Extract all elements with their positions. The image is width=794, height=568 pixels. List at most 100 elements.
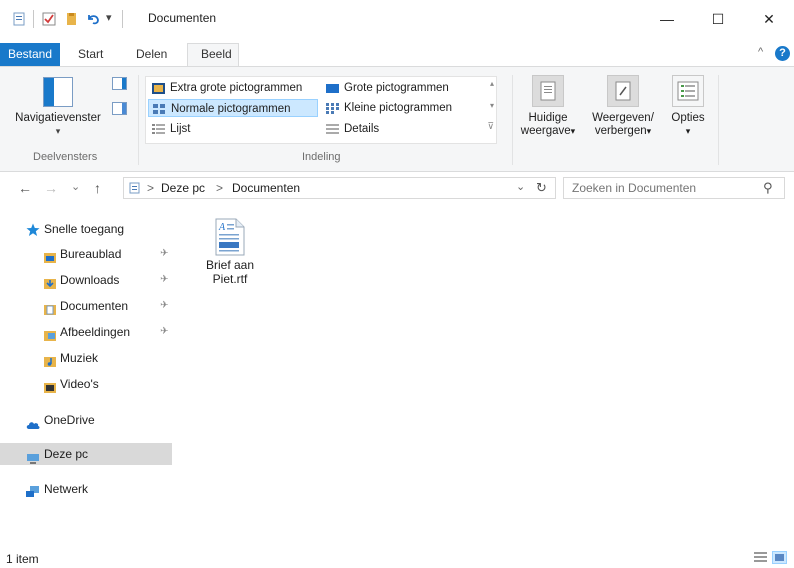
nav-label: Deze pc [44,447,89,461]
details-view-toggle-icon[interactable] [754,552,767,563]
maximize-button[interactable]: ☐ [696,6,740,32]
group-separator [718,75,719,165]
group-separator [512,75,513,165]
pin-icon: ✈ [160,300,169,311]
pin-icon: ✈ [160,274,169,285]
navigation-pane-dropdown: ▾ [55,126,61,136]
layout-small-icons[interactable]: Kleine pictogrammen [322,99,482,117]
separator [122,10,123,28]
current-view-label-2: weergave [520,125,571,137]
nav-item-onedrive[interactable]: OneDrive [0,409,172,431]
back-button[interactable]: ← [18,180,32,196]
onedrive-cloud-icon [26,415,40,429]
options-icon [672,75,704,107]
layout-list[interactable]: Lijst [148,120,320,138]
breadcrumb-separator: > [147,181,155,195]
downloads-folder-icon [44,274,56,289]
current-view-label-1: Huidige [528,112,568,124]
layout-details[interactable]: Details [322,120,482,138]
layout-item-label: Extra grote pictogrammen [170,82,303,94]
search-input[interactable] [572,180,757,196]
current-view-button[interactable]: Huidige weergave▾ [516,75,580,138]
gallery-scroll-down[interactable]: ▾ [490,101,494,110]
nav-item-bureaublad[interactable]: Bureaublad ✈ [0,243,172,265]
window-title: Documenten [148,11,217,25]
tab-start[interactable]: Start [70,44,111,66]
nav-item-afbeeldingen[interactable]: Afbeeldingen ✈ [0,321,172,343]
nav-label: Video's [60,377,99,391]
show-hide-label-2: verbergen [594,125,647,137]
navigation-pane-label: Navigatievenster [15,112,101,124]
search-icon[interactable]: ⚲ [763,180,773,196]
star-icon [26,222,40,236]
nav-label: Snelle toegang [44,222,125,236]
layout-large-icons[interactable]: Grote pictogrammen [322,79,482,97]
collapse-ribbon-button[interactable]: ^ [758,46,763,58]
address-dropdown-button[interactable]: ⌄ [516,180,525,193]
desktop-folder-icon [44,248,56,263]
ribbon-panel: Navigatievenster ▾ Deelvensters Extra gr… [0,66,794,172]
small-icons-icon [326,102,339,114]
address-bar[interactable]: > Deze pc > Documenten ⌄ ↻ [123,177,556,199]
help-button[interactable]: ? [775,46,790,61]
minimize-button[interactable]: — [645,6,689,32]
refresh-button[interactable]: ↻ [536,180,547,196]
layout-medium-icons[interactable]: Normale pictogrammen [148,99,318,117]
forward-button[interactable]: → [44,180,58,196]
details-pane-icon[interactable] [112,102,127,115]
address-row: ← → ⌄ ↑ > Deze pc > Documenten ⌄ ↻ ⚲ [0,172,794,204]
breadcrumb-deze-pc[interactable]: Deze pc [161,181,205,195]
layout-item-label: Lijst [170,123,191,135]
pictures-folder-icon [44,326,56,341]
close-button[interactable]: ✕ [747,6,791,32]
up-button[interactable]: ↑ [94,180,101,196]
nav-item-documenten[interactable]: Documenten ✈ [0,295,172,317]
tab-bestand[interactable]: Bestand [0,43,61,66]
breadcrumb-documenten[interactable]: Documenten [232,181,300,195]
search-box: ⚲ [563,177,785,199]
network-icon [26,483,40,497]
nav-item-muziek[interactable]: Muziek [0,347,172,369]
undo-icon[interactable] [86,12,100,26]
music-folder-icon [44,352,56,367]
large-icons-view-toggle-icon[interactable] [772,551,787,564]
nav-label: Afbeeldingen [60,325,131,339]
layout-item-label: Kleine pictogrammen [344,102,453,114]
gallery-scroll-up[interactable]: ▴ [490,79,494,88]
nav-item-downloads[interactable]: Downloads ✈ [0,269,172,291]
navigation-pane-button[interactable]: Navigatievenster ▾ [8,77,108,138]
folder-properties-icon[interactable] [13,12,27,26]
tab-beeld[interactable]: Beeld [187,43,239,67]
this-pc-icon [26,449,40,464]
medium-icons-icon [153,103,166,114]
group-label-deelvensters: Deelvensters [33,151,98,163]
extra-large-icons-icon [152,82,165,94]
options-label: Opties [671,112,705,124]
layout-gallery: Extra grote pictogrammen Grote pictogram… [145,76,497,144]
nav-item-videos[interactable]: Video's [0,373,172,395]
nav-item-quick-access[interactable]: Snelle toegang [0,218,172,240]
options-button[interactable]: Opties ▾ [666,75,710,138]
preview-pane-icon[interactable] [112,77,127,90]
gallery-expand[interactable]: ⊽ [487,121,494,132]
file-name-line-1: Brief aan [205,258,255,272]
nav-item-deze-pc[interactable]: Deze pc [0,443,172,465]
current-view-dropdown: ▾ [570,126,576,136]
breadcrumb-separator: > [216,181,224,195]
current-view-icon [532,75,564,107]
separator [33,10,34,28]
tab-delen[interactable]: Delen [128,44,175,66]
layout-extra-large-icons[interactable]: Extra grote pictogrammen [148,79,320,97]
new-folder-icon[interactable] [65,12,79,26]
qat-customize-dropdown[interactable]: ▾ [106,11,112,24]
list-icon [152,123,165,134]
show-hide-label-1: Weergeven/ [592,112,654,124]
nav-item-netwerk[interactable]: Netwerk [0,478,172,500]
nav-label: Downloads [60,273,120,287]
file-item[interactable]: A Brief aan Piet.rtf [198,218,262,286]
properties-check-icon[interactable] [42,12,56,26]
large-icons-icon [326,82,339,93]
recent-locations-button[interactable]: ⌄ [71,180,80,193]
nav-label: OneDrive [44,413,95,427]
show-hide-button[interactable]: Weergeven/ verbergen▾ [584,75,662,138]
